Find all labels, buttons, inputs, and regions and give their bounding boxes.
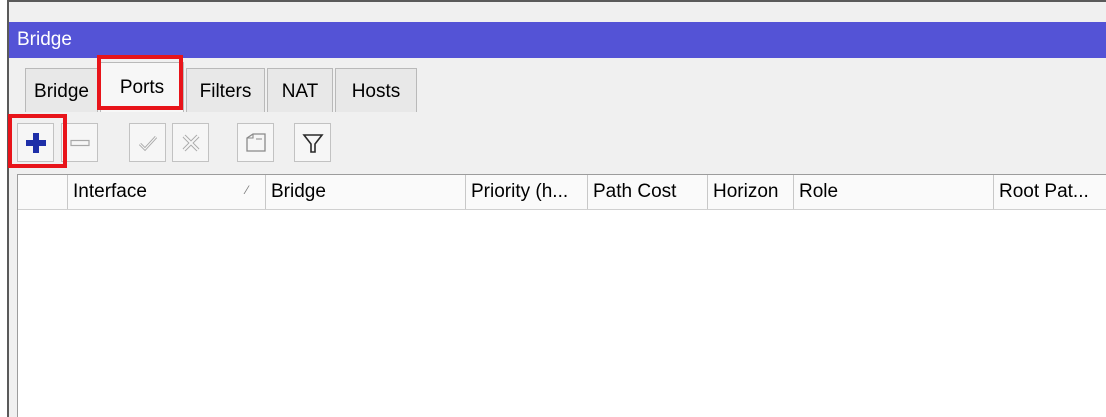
column-header-priority[interactable]: Priority (h... xyxy=(466,175,588,209)
check-icon xyxy=(138,135,157,151)
window-title: Bridge xyxy=(17,29,72,50)
column-label: Horizon xyxy=(713,181,779,202)
column-header-root-path-cost[interactable]: Root Pat... xyxy=(994,175,1106,209)
comment-icon xyxy=(245,132,266,152)
enable-button[interactable] xyxy=(129,123,166,162)
tab-hosts[interactable]: Hosts xyxy=(335,68,417,112)
toolbar xyxy=(9,114,1106,174)
add-button[interactable] xyxy=(17,123,54,162)
column-header-path-cost[interactable]: Path Cost xyxy=(588,175,708,209)
plus-icon xyxy=(25,132,46,153)
filter-icon xyxy=(301,133,324,153)
column-header-role[interactable]: Role xyxy=(794,175,994,209)
tab-label: Hosts xyxy=(351,81,401,102)
sort-indicator-icon: ⁄ xyxy=(246,183,249,197)
column-label: Role xyxy=(799,181,839,202)
filter-button[interactable] xyxy=(294,123,331,162)
remove-button[interactable] xyxy=(61,123,98,162)
column-label: Bridge xyxy=(271,181,326,202)
tab-nat[interactable]: NAT xyxy=(267,68,333,112)
window-title-bar[interactable]: Bridge xyxy=(9,22,1106,58)
tab-ports[interactable]: Ports xyxy=(100,62,184,112)
column-header-interface[interactable]: Interface ⁄ xyxy=(68,175,266,209)
tab-filters[interactable]: Filters xyxy=(186,68,265,112)
disable-button[interactable] xyxy=(172,123,209,162)
tab-label: NAT xyxy=(281,81,319,102)
tab-label: Bridge xyxy=(34,81,89,102)
column-label: Priority (h... xyxy=(471,181,569,202)
table-header: Interface ⁄ Bridge Priority (h... Path C… xyxy=(18,175,1106,210)
column-label: Interface xyxy=(73,181,147,202)
cross-icon xyxy=(182,134,199,151)
column-label: Path Cost xyxy=(593,181,677,202)
tab-label: Ports xyxy=(119,77,165,98)
column-header-select[interactable] xyxy=(18,175,68,209)
column-header-bridge[interactable]: Bridge xyxy=(266,175,466,209)
tab-label: Filters xyxy=(199,81,252,102)
column-label: Root Pat... xyxy=(999,181,1089,202)
tab-bar: Bridge Ports Filters NAT Hosts xyxy=(9,62,1106,112)
bridge-window: Bridge Bridge Ports Filters NAT Hosts In… xyxy=(7,0,1106,417)
ports-table: Interface ⁄ Bridge Priority (h... Path C… xyxy=(17,174,1106,417)
comment-button[interactable] xyxy=(237,123,274,162)
minus-icon xyxy=(69,139,90,146)
column-header-horizon[interactable]: Horizon xyxy=(708,175,794,209)
tab-bridge[interactable]: Bridge xyxy=(25,68,98,112)
